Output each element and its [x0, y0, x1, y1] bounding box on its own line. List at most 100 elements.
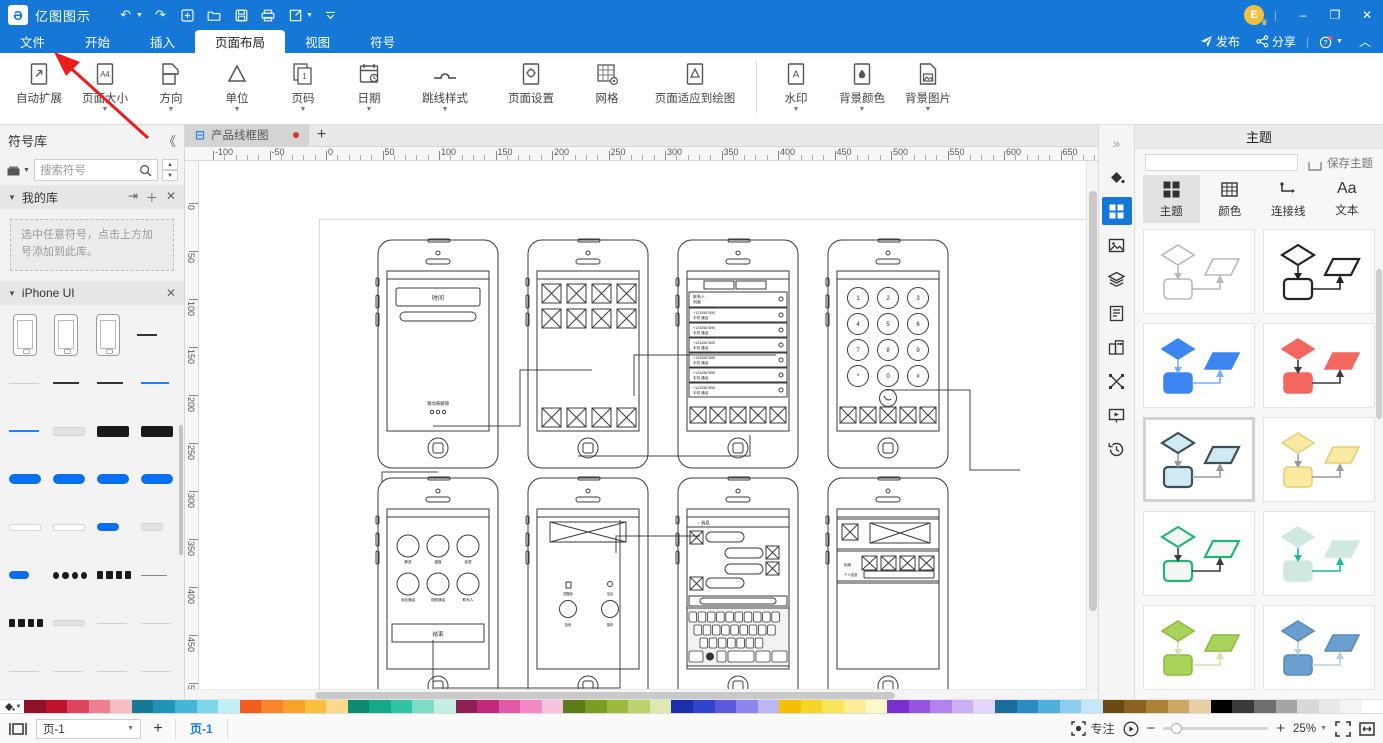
drawing-page[interactable]: 时间 滑动来解锁 联系人 列表 +1234567890 手机 通话 +1234567890 手… — [319, 219, 1086, 689]
toolbar-dark-symbol-icon[interactable] — [141, 425, 175, 437]
iphone-symbol-icon[interactable] — [95, 314, 120, 356]
chevron-down-icon[interactable]: ▼ — [16, 704, 22, 710]
drawing-canvas[interactable]: 时间 滑动来解锁 联系人 列表 +1234567890 手机 通话 +1234567890 手… — [199, 161, 1086, 689]
menu-tab-home[interactable]: 开始 — [65, 30, 130, 53]
color-swatch[interactable] — [930, 700, 952, 713]
searchbar-symbol-icon[interactable] — [53, 426, 87, 436]
ribbon-background-image[interactable]: 背景图片 ▼ — [895, 53, 961, 123]
color-swatch[interactable] — [606, 700, 629, 713]
color-swatch[interactable] — [390, 700, 413, 713]
statusbar-symbol-icon[interactable] — [9, 382, 43, 384]
ribbon-unit[interactable]: 单位 ▼ — [204, 53, 270, 123]
play-button[interactable] — [1123, 721, 1139, 737]
chevron-down-icon[interactable]: ▼ — [1320, 725, 1327, 732]
color-swatch[interactable] — [45, 700, 68, 713]
color-swatch[interactable] — [541, 700, 564, 713]
chevron-down-icon[interactable]: ▼ — [366, 106, 373, 113]
color-swatch[interactable] — [1146, 700, 1168, 713]
expand-rail-icon[interactable]: » — [1102, 129, 1132, 157]
navbar-symbol-icon[interactable] — [9, 430, 43, 432]
color-swatch[interactable] — [455, 700, 478, 713]
color-swatch[interactable] — [24, 700, 46, 713]
tab-text[interactable]: Aa 文本 — [1319, 175, 1376, 223]
layers-icon[interactable] — [1102, 265, 1132, 293]
symbol-row[interactable] — [4, 503, 180, 551]
color-swatch[interactable] — [822, 700, 844, 713]
chevron-down-icon[interactable]: ▼ — [127, 725, 134, 732]
color-swatch[interactable] — [1297, 700, 1319, 713]
color-swatch[interactable] — [671, 700, 693, 713]
save-theme-button[interactable]: 保存主题 — [1308, 155, 1373, 171]
textfield-symbol-icon[interactable] — [9, 523, 43, 531]
symbol-row[interactable] — [4, 599, 180, 647]
chevron-down-icon[interactable]: ▼ — [925, 106, 932, 113]
maximize-button[interactable]: ❐ — [1319, 0, 1351, 30]
symbol-row[interactable] — [4, 695, 180, 699]
color-swatch[interactable] — [951, 700, 974, 713]
customize-qat-icon[interactable] — [318, 3, 343, 27]
theme-thumbnail-grid[interactable] — [1135, 229, 1383, 699]
color-swatch[interactable] — [1124, 700, 1147, 713]
color-swatch[interactable] — [692, 700, 715, 713]
history-icon[interactable] — [1102, 435, 1132, 463]
list-symbol-icon[interactable] — [97, 670, 131, 672]
close-icon[interactable]: ✕ — [166, 286, 176, 300]
textfield-symbol-icon[interactable] — [53, 523, 87, 531]
color-swatch[interactable] — [995, 700, 1017, 713]
theme-thumbnail[interactable] — [1263, 229, 1375, 314]
segmented-control-symbol-icon[interactable] — [9, 474, 43, 484]
align-icon[interactable] — [1102, 367, 1132, 395]
color-swatch[interactable] — [1081, 700, 1103, 713]
statusbar-symbol-icon[interactable] — [137, 334, 171, 336]
segmented-control-symbol-icon[interactable] — [97, 474, 131, 484]
color-swatch[interactable] — [239, 700, 262, 713]
color-swatch[interactable] — [304, 700, 327, 713]
theme-thumbnail[interactable] — [1263, 511, 1375, 596]
theme-panel-scrollbar[interactable] — [1376, 229, 1382, 699]
fit-page-button[interactable] — [1335, 720, 1351, 737]
wireframe-diagram[interactable]: 时间滑动来解锁 联系人列表+1234567890手机 通话+1234567890手… — [320, 220, 1086, 689]
list-symbol-icon[interactable] — [53, 620, 87, 626]
list-symbol-icon[interactable] — [9, 670, 43, 672]
focus-mode-button[interactable]: 专注 — [1071, 720, 1115, 737]
search-input[interactable]: 搜索符号 — [33, 159, 158, 181]
zoom-out-button[interactable]: − — [1147, 720, 1156, 737]
ribbon-background-color[interactable]: 背景颜色 ▼ — [829, 53, 895, 123]
tab-symbol-icon[interactable] — [9, 571, 43, 579]
library-group-my-library[interactable]: ▼ 我的库 ⇥ ＋ ✕ — [0, 185, 184, 209]
wireframe-phone[interactable]: ‹ 消息 — [675, 476, 799, 689]
container-icon[interactable] — [1102, 333, 1132, 361]
undo-icon[interactable]: ↶ — [113, 3, 138, 27]
color-swatch[interactable] — [433, 700, 456, 713]
color-swatch[interactable] — [714, 700, 737, 713]
color-swatch[interactable] — [347, 700, 370, 713]
color-swatch[interactable] — [110, 700, 132, 713]
collapse-panel-icon[interactable]: 《 — [163, 131, 176, 150]
symbol-grid[interactable] — [0, 305, 184, 699]
redo-icon[interactable]: ↷ — [148, 3, 173, 27]
ribbon-fit-page-to-drawing[interactable]: 页面适应到绘图 — [640, 53, 750, 123]
zoom-slider-handle[interactable] — [1171, 723, 1183, 734]
ribbon-orientation[interactable]: 方向 ▼ — [138, 53, 204, 123]
add-icon[interactable]: ＋ — [146, 189, 158, 206]
theme-thumbnail[interactable] — [1263, 417, 1375, 502]
theme-thumbnail[interactable] — [1143, 323, 1255, 408]
chevron-down-icon[interactable]: ▼ — [300, 106, 307, 113]
chevron-down-icon[interactable]: ▼ — [442, 106, 449, 113]
wireframe-phone[interactable]: 联系人列表+1234567890手机 通话+1234567890手机 通话+12… — [675, 238, 799, 469]
image-icon[interactable] — [1102, 231, 1132, 259]
tab-connector[interactable]: 连接线 — [1260, 175, 1317, 223]
add-page-button[interactable]: + — [141, 720, 175, 738]
save-icon[interactable] — [229, 3, 254, 27]
menu-tab-page-layout[interactable]: 页面布局 — [195, 30, 286, 53]
color-swatch[interactable] — [131, 700, 154, 713]
zoom-slider[interactable] — [1163, 722, 1269, 736]
color-swatch[interactable] — [973, 700, 996, 713]
wireframe-phone[interactable]: 静音 键盘 免提添加通话 视频通话 联系人结束 — [375, 476, 499, 689]
ribbon-page-number[interactable]: 1 页码 ▼ — [270, 53, 336, 123]
wireframe-phone[interactable]: 时间滑动来解锁 — [375, 238, 499, 469]
collapse-ribbon-button[interactable]: ︿ — [1353, 33, 1377, 50]
color-swatch[interactable] — [1318, 700, 1341, 713]
symbol-panel-scrollbar[interactable] — [179, 305, 184, 699]
icons-symbol-icon[interactable] — [141, 574, 175, 576]
